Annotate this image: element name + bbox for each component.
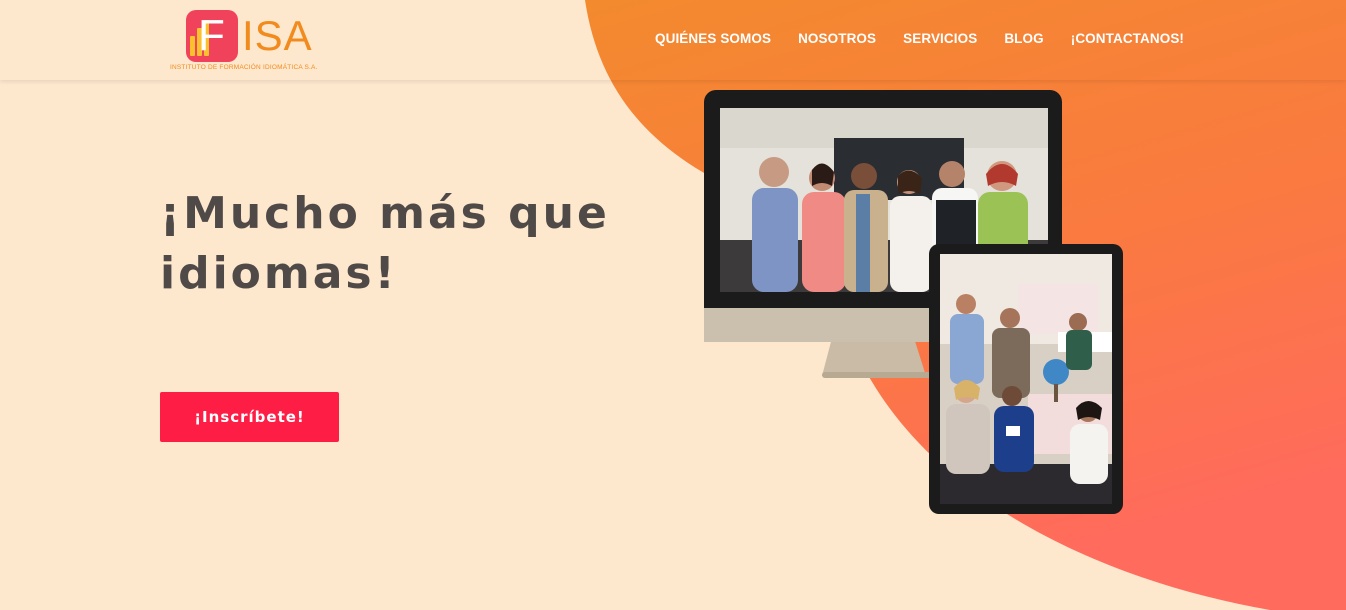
- fisa-logo[interactable]: F ISA INSTITUTO DE FORMACIÓN IDIOMÁTICA …: [170, 8, 340, 74]
- logo-subtitle: INSTITUTO DE FORMACIÓN IDIOMÁTICA S.A.: [170, 64, 318, 71]
- logo-letter: F: [198, 11, 225, 60]
- hero-title: ¡Mucho más que idiomas!: [160, 188, 610, 299]
- nav-blog[interactable]: BLOG: [1004, 31, 1043, 46]
- site-header: F ISA INSTITUTO DE FORMACIÓN IDIOMÁTICA …: [0, 0, 1346, 80]
- logo-wordmark: ISA: [242, 12, 313, 59]
- inscribete-button[interactable]: ¡Inscríbete!: [160, 392, 339, 442]
- nav-servicios[interactable]: SERVICIOS: [903, 31, 977, 46]
- tablet-photo-mockup: [929, 244, 1123, 514]
- nav-nosotros[interactable]: NOSOTROS: [798, 31, 876, 46]
- main-nav: QUIÉNES SOMOS NOSOTROS SERVICIOS BLOG ¡C…: [655, 31, 1184, 46]
- nav-contactanos[interactable]: ¡CONTACTANOS!: [1071, 31, 1184, 46]
- hero-background-shape: [585, 0, 1346, 610]
- nav-quienes-somos[interactable]: QUIÉNES SOMOS: [655, 31, 771, 46]
